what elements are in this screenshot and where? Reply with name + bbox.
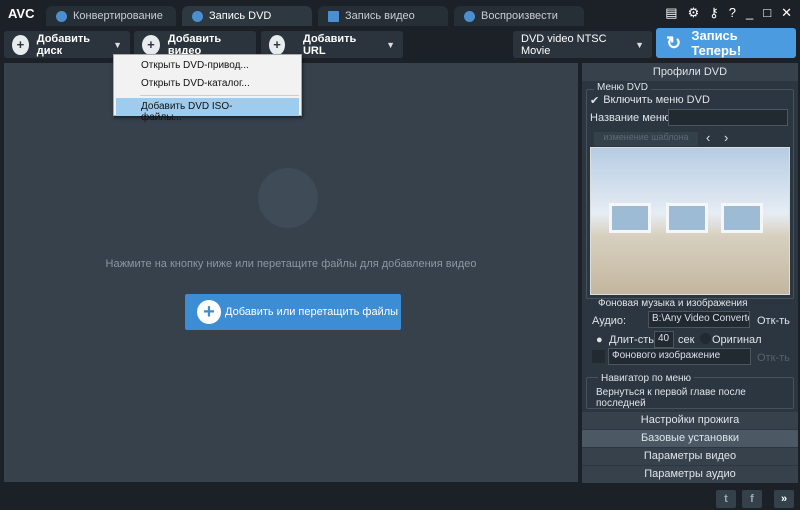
audio-open-button[interactable]: Отк-ть — [757, 315, 790, 327]
thumbnail-frame — [609, 203, 651, 233]
add-files-button[interactable]: + Добавить или перетащить файлы — [185, 294, 401, 330]
log-icon[interactable]: ▤ — [665, 5, 677, 21]
help-icon[interactable]: ? — [729, 5, 736, 21]
duration-radio[interactable]: ● — [596, 334, 603, 346]
plus-icon: + — [197, 300, 221, 324]
gear-icon[interactable]: ⚙ — [688, 5, 700, 21]
enable-menu-checkbox[interactable]: ✔ Включить меню DVD — [590, 94, 710, 107]
chevron-down-icon[interactable]: ▼ — [113, 40, 122, 50]
prev-template-icon[interactable]: ‹ — [706, 130, 710, 145]
sec-label: сек — [678, 334, 695, 346]
film-add-icon: + — [142, 34, 160, 55]
profile-value: DVD video NTSC Movie — [521, 32, 607, 57]
add-url-label: Добавить URL — [302, 32, 357, 57]
duration-input[interactable]: 40 — [654, 331, 674, 348]
tab-label: Запись DVD — [209, 10, 272, 22]
menu-name-input[interactable] — [668, 109, 788, 126]
burn-settings-button[interactable]: Настройки прожига — [582, 412, 798, 429]
tab-label: Воспроизвести — [481, 10, 558, 22]
close-icon[interactable]: ✕ — [781, 5, 792, 21]
burn-label: Запись Теперь! — [691, 28, 742, 58]
tab-label: Конвертирование — [73, 10, 163, 22]
panel-title: Профили DVD — [582, 63, 798, 81]
video-params-button[interactable]: Параметры видео — [582, 448, 798, 465]
tab-record-video[interactable]: Запись видео — [318, 6, 448, 26]
thumbnail-frame — [721, 203, 763, 233]
chevron-down-icon[interactable]: ▼ — [386, 40, 395, 50]
add-disc-button[interactable]: + Добавить диск ▼ — [4, 31, 130, 58]
dvd-profile-panel: Профили DVD Меню DVD ✔ Включить меню DVD … — [582, 63, 798, 483]
tab-play[interactable]: Воспроизвести — [454, 6, 584, 26]
disc-add-icon: + — [12, 34, 29, 55]
original-radio[interactable] — [700, 333, 711, 344]
chevron-down-icon: ▼ — [635, 39, 644, 50]
file-drop-area[interactable]: Нажмите на кнопку ниже или перетащите фа… — [4, 63, 578, 482]
menu-item-add-iso[interactable]: Добавить DVD ISO-файлы... — [116, 98, 299, 123]
drop-hint: Нажмите на кнопку ниже или перетащите фа… — [105, 258, 477, 270]
facebook-icon[interactable]: f — [742, 490, 762, 508]
tab-convert[interactable]: Конвертирование — [46, 6, 176, 26]
profile-select[interactable]: DVD video NTSC Movie ▼ — [513, 31, 652, 58]
play-icon — [464, 10, 475, 22]
checkbox-label: Включить меню DVD — [603, 94, 710, 106]
globe-add-icon: + — [269, 34, 285, 55]
audio-path-input[interactable]: B:\Any Video Converter — [648, 311, 750, 328]
maximize-icon[interactable]: □ — [763, 5, 771, 21]
change-template-button[interactable]: изменение шаблона — [594, 132, 698, 146]
menu-template-preview — [590, 147, 790, 295]
thumbnail-frame — [666, 203, 708, 233]
bg-image-input[interactable]: Фонового изображение — [608, 348, 751, 365]
nav-option[interactable]: Вернуться к первой главе после последней — [596, 387, 798, 409]
menu-item-open-dvd-folder[interactable]: Открыть DVD-каталог... — [114, 75, 301, 93]
disc-icon — [192, 10, 203, 22]
tab-dvd-burn[interactable]: Запись DVD — [182, 6, 312, 26]
minimize-icon[interactable]: _ — [746, 5, 753, 21]
menu-item-open-dvd-drive[interactable]: Открыть DVD-привод... — [114, 57, 301, 75]
nav-group-label: Навигатор по меню — [598, 373, 695, 384]
app-watermark-icon — [258, 168, 318, 228]
burn-now-button[interactable]: ↻ Запись Теперь! — [656, 28, 796, 58]
audio-label: Аудио: — [592, 315, 627, 327]
add-disc-menu: Открыть DVD-привод... Открыть DVD-катало… — [113, 54, 302, 123]
duration-label: Длит-сть: — [609, 334, 658, 346]
convert-icon — [56, 10, 67, 22]
tab-label: Запись видео — [345, 10, 415, 22]
key-icon[interactable]: ⚷ — [709, 5, 719, 21]
bg-image-open-button[interactable]: Отк-ть — [757, 352, 790, 364]
add-files-label: Добавить или перетащить файлы — [225, 306, 399, 318]
add-video-label: Добавить видео — [167, 32, 222, 57]
expand-icon[interactable]: » — [774, 490, 794, 508]
audio-params-button[interactable]: Параметры аудио — [582, 466, 798, 483]
refresh-icon: ↻ — [666, 33, 682, 53]
original-label: Оригинал — [712, 334, 762, 346]
bg-group-label: Фоновая музыка и изображения — [598, 298, 748, 309]
camera-icon — [328, 10, 339, 22]
group-label: Меню DVD — [594, 82, 651, 93]
menu-separator — [140, 95, 299, 96]
bg-image-checkbox[interactable] — [592, 350, 605, 363]
app-logo: AVC — [8, 6, 35, 21]
next-template-icon[interactable]: › — [724, 130, 728, 145]
add-disc-label: Добавить диск — [36, 32, 91, 57]
check-icon: ✔ — [590, 95, 600, 107]
menu-name-label: Название меню: — [590, 112, 674, 124]
twitter-icon[interactable]: t — [716, 490, 736, 508]
basic-settings-button[interactable]: Базовые установки — [582, 430, 798, 447]
